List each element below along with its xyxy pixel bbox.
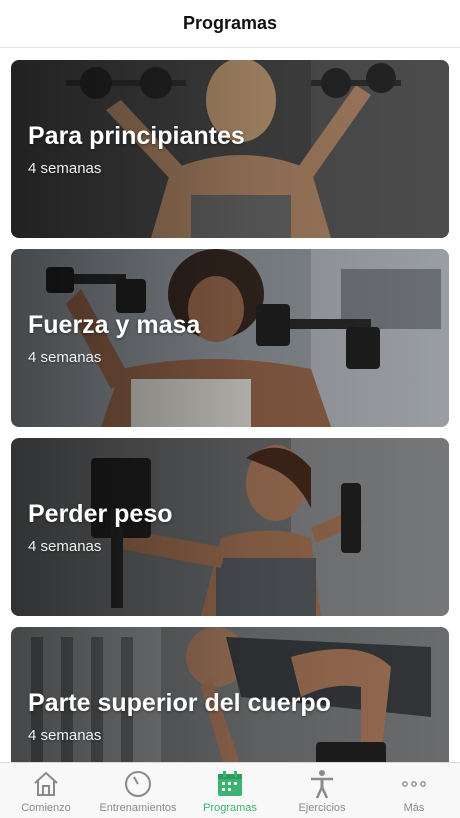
program-card-strength[interactable]: Fuerza y masa 4 semanas bbox=[11, 249, 449, 427]
program-card-weight-loss[interactable]: Perder peso 4 semanas bbox=[11, 438, 449, 616]
program-duration: 4 semanas bbox=[28, 727, 102, 744]
program-title: Fuerza y masa bbox=[28, 311, 201, 339]
tab-mas[interactable]: Más bbox=[368, 763, 460, 818]
page-title: Programas bbox=[182, 13, 278, 33]
program-card-beginners[interactable]: Para principiantes 4 semanas bbox=[11, 60, 449, 238]
bottom-tab-bar: Comienzo Entrenamientos Programas Ejerci… bbox=[0, 762, 460, 818]
program-duration: 4 semanas bbox=[28, 538, 102, 555]
tab-label: Comienzo bbox=[21, 802, 71, 814]
tab-label: Más bbox=[403, 802, 425, 814]
tab-label: Entrenamientos bbox=[99, 802, 177, 814]
program-title: Para principiantes bbox=[28, 122, 245, 150]
timer-icon bbox=[123, 769, 153, 799]
tab-ejercicios[interactable]: Ejercicios bbox=[276, 763, 368, 818]
program-list[interactable]: Para principiantes 4 semanas Fuerza y ma… bbox=[0, 48, 460, 762]
tab-programas[interactable]: Programas bbox=[184, 763, 276, 818]
more-icon bbox=[399, 769, 429, 799]
program-card-upper-body[interactable]: Parte superior del cuerpo 4 semanas bbox=[11, 627, 449, 762]
home-icon bbox=[31, 769, 61, 799]
program-duration: 4 semanas bbox=[28, 349, 102, 366]
person-icon bbox=[307, 769, 337, 799]
calendar-icon bbox=[215, 769, 245, 799]
program-title: Perder peso bbox=[28, 500, 173, 528]
tab-label: Ejercicios bbox=[298, 802, 346, 814]
program-title: Parte superior del cuerpo bbox=[28, 689, 331, 717]
tab-comienzo[interactable]: Comienzo bbox=[0, 763, 92, 818]
program-duration: 4 semanas bbox=[28, 160, 102, 177]
tab-entrenamientos[interactable]: Entrenamientos bbox=[92, 763, 184, 818]
tab-label: Programas bbox=[203, 802, 257, 814]
header-bar: Programas bbox=[0, 0, 460, 48]
